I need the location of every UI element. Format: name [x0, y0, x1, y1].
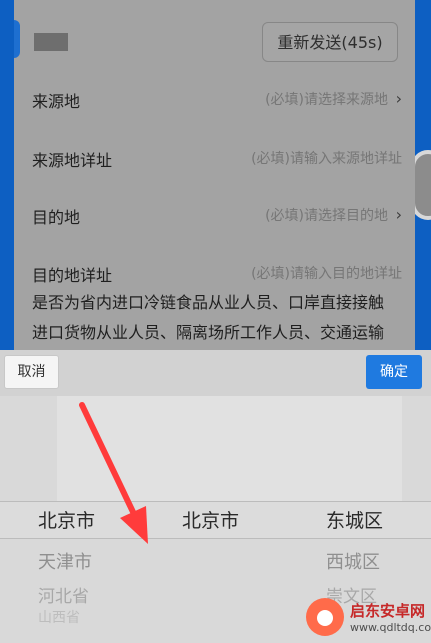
watermark-url: www.qdltdq.com [350, 621, 431, 634]
origin-detail-label: 来源地详址 [32, 151, 113, 170]
destination-label: 目的地 [32, 208, 81, 227]
avatar [14, 20, 20, 58]
form-card: 重新发送(45s) 来源地 (必填)请选择来源地 › 来源地详址 (必填)请输入… [14, 0, 415, 350]
province-option[interactable]: 山西省 [38, 607, 80, 627]
district-selected[interactable]: 东城区 [326, 506, 383, 533]
destination-select[interactable]: (必填)请选择目的地 [265, 205, 388, 225]
question-line: 是否为省内进口冷链食品从业人员、口岸直接接触 [32, 293, 385, 312]
chevron-right-icon: › [395, 89, 402, 108]
destination-detail-label: 目的地详址 [32, 266, 113, 285]
province-option[interactable]: 天津市 [38, 548, 92, 574]
district-option[interactable]: 西城区 [326, 548, 380, 574]
destination-detail-input[interactable]: (必填)请输入目的地详址 [251, 263, 402, 283]
city-selected[interactable]: 北京市 [182, 506, 239, 533]
wheel-shade [287, 396, 402, 501]
province-option[interactable]: 河北省 [38, 582, 89, 607]
question-text: 是否为省内进口冷链食品从业人员、口岸直接接触 进口货物从业人员、隔离场所工作人员… [32, 288, 412, 348]
cancel-button[interactable]: 取消 [4, 355, 59, 389]
wheel-shade [172, 396, 287, 501]
watermark-logo-icon [306, 598, 344, 636]
question-line: 进口货物从业人员、隔离场所工作人员、交通运输 [32, 323, 385, 342]
confirm-button[interactable]: 确定 [366, 355, 422, 389]
province-selected[interactable]: 北京市 [38, 506, 95, 533]
origin-detail-input[interactable]: (必填)请输入来源地详址 [251, 148, 402, 168]
origin-detail-row[interactable]: 来源地详址 (必填)请输入来源地详址 [32, 143, 402, 173]
origin-label: 来源地 [32, 92, 81, 111]
chevron-right-icon: › [395, 205, 402, 224]
watermark: 启东安卓网 www.qdltdq.com [300, 596, 431, 643]
origin-row[interactable]: 来源地 (必填)请选择来源地 › [32, 84, 402, 114]
destination-detail-row[interactable]: 目的地详址 (必填)请输入目的地详址 [32, 258, 402, 288]
background-edge-left [0, 0, 14, 350]
watermark-title: 启东安卓网 [350, 602, 426, 620]
wheel-shade [57, 396, 172, 501]
selection-line-bottom [0, 538, 431, 539]
destination-row[interactable]: 目的地 (必填)请选择目的地 › [32, 200, 402, 230]
masked-phone-number [34, 33, 68, 51]
resend-code-button[interactable]: 重新发送(45s) [262, 22, 398, 62]
origin-select[interactable]: (必填)请选择来源地 [265, 89, 388, 109]
selection-line-top [0, 501, 431, 502]
picker-toolbar: 取消 确定 [0, 350, 431, 396]
